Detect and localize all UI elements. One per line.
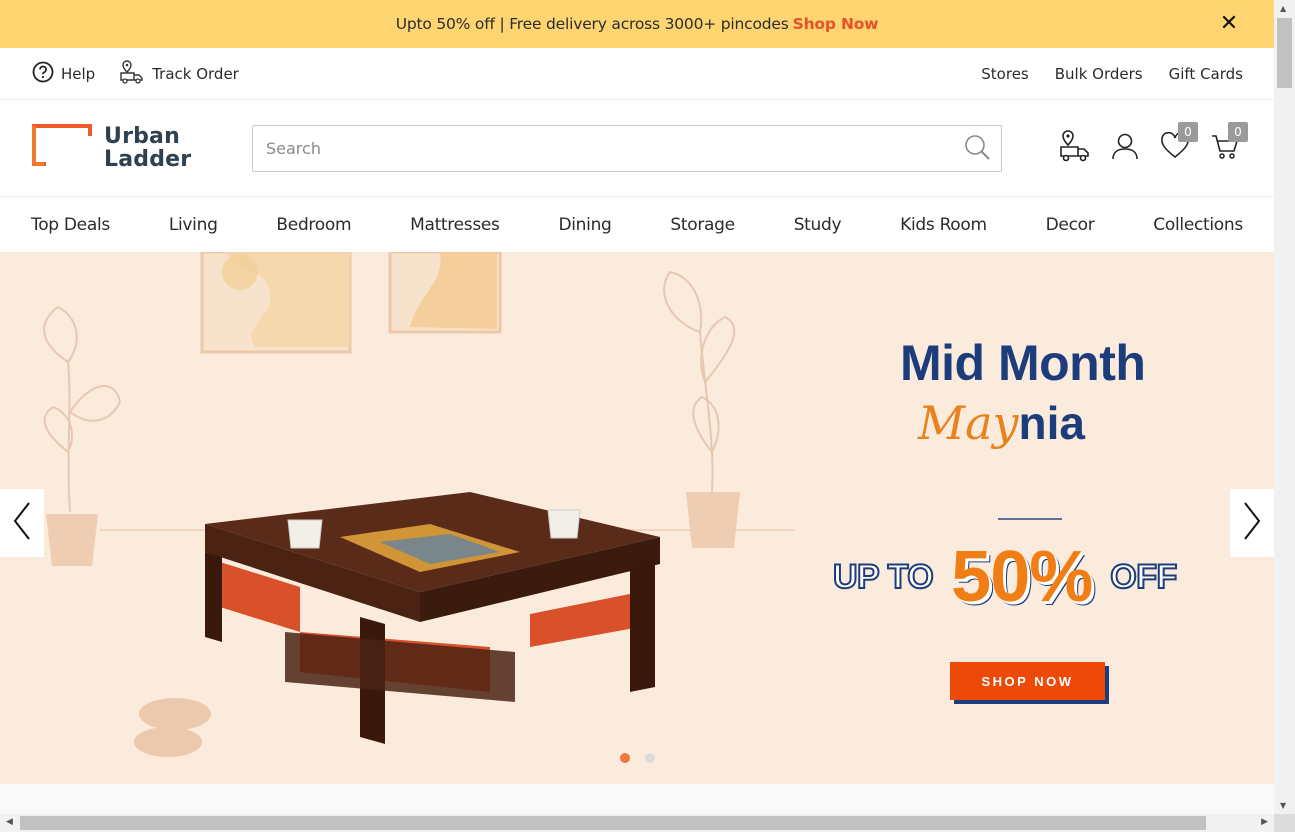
carousel-dots (620, 753, 655, 763)
logo-text: Urban Ladder (104, 125, 191, 171)
scroll-up-arrow-icon[interactable]: ▲ (1280, 4, 1286, 13)
chevron-right-icon (1242, 501, 1262, 545)
nav-item-living[interactable]: Living (169, 215, 218, 235)
scrollbar-corner (1274, 814, 1295, 832)
cart-button[interactable]: 0 (1208, 122, 1248, 166)
help-icon (32, 61, 54, 87)
horizontal-scrollbar[interactable]: ◀ ▶ (0, 814, 1274, 832)
site-header: Urban Ladder 0 (0, 100, 1274, 197)
logo-line-2: Ladder (104, 147, 192, 172)
hero-title-line-1: Mid Month (900, 335, 1146, 391)
hero-divider (998, 518, 1062, 520)
bulk-orders-link[interactable]: Bulk Orders (1055, 65, 1143, 83)
promo-bar: Upto 50% off | Free delivery across 3000… (0, 0, 1274, 48)
delivery-location-icon (1058, 129, 1092, 167)
urban-ladder-logo[interactable]: Urban Ladder (32, 124, 191, 172)
stores-link[interactable]: Stores (981, 65, 1028, 83)
hero-shop-now-button[interactable]: SHOP NOW (950, 662, 1105, 700)
nav-item-kids-room[interactable]: Kids Room (900, 215, 987, 235)
nav-item-decor[interactable]: Decor (1046, 215, 1095, 235)
nav-item-top-deals[interactable]: Top Deals (31, 215, 110, 235)
search-icon[interactable] (963, 133, 993, 167)
hero-offer-upto: UP TO (832, 557, 935, 597)
carousel-prev-button[interactable] (0, 489, 44, 557)
hero-offer-off: OFF (1109, 557, 1178, 597)
nav-item-storage[interactable]: Storage (670, 215, 735, 235)
wishlist-count-badge: 0 (1178, 122, 1198, 142)
search-input[interactable] (253, 126, 943, 171)
close-icon[interactable]: ✕ (1220, 11, 1238, 36)
utility-bar: Help Track Order Stores Bulk Orders Gift… (0, 48, 1274, 100)
hero-illustration (43, 252, 795, 757)
track-order-link[interactable]: Track Order (119, 59, 239, 89)
hero-title-line-2: Maynia (918, 396, 1085, 450)
carousel-next-button[interactable] (1230, 489, 1274, 557)
delivery-truck-icon (119, 59, 145, 89)
nav-item-mattresses[interactable]: Mattresses (410, 215, 500, 235)
promo-shop-now-link[interactable]: Shop Now (793, 15, 879, 33)
help-link[interactable]: Help (32, 61, 95, 87)
account-button[interactable] (1108, 130, 1142, 166)
hero-offer: UP TO 50% OFF (832, 536, 1178, 618)
chevron-left-icon (12, 501, 32, 545)
hero-banner[interactable]: Mid Month Maynia UP TO 50% OFF SHOP NOW (0, 252, 1274, 784)
hero-offer-percent: 50% (951, 537, 1093, 617)
carousel-dot-1[interactable] (620, 753, 630, 763)
track-order-label: Track Order (152, 64, 239, 83)
hero-title-script: May (918, 396, 1019, 450)
scroll-right-arrow-icon[interactable]: ▶ (1261, 817, 1268, 827)
promo-text: Upto 50% off | Free delivery across 3000… (395, 15, 789, 33)
user-icon (1110, 131, 1140, 165)
vertical-scroll-thumb[interactable] (1277, 18, 1292, 88)
category-nav: Top Deals Living Bedroom Mattresses Dini… (0, 198, 1274, 252)
scroll-left-arrow-icon[interactable]: ◀ (6, 817, 13, 827)
nav-item-collections[interactable]: Collections (1153, 215, 1243, 235)
wishlist-button[interactable]: 0 (1158, 122, 1198, 166)
below-hero-strip (0, 784, 1274, 814)
hero-title-rest: nia (1018, 397, 1085, 449)
carousel-dot-2[interactable] (645, 753, 655, 763)
horizontal-scroll-thumb[interactable] (20, 816, 1206, 830)
logo-line-1: Urban (104, 124, 180, 149)
store-locator-button[interactable] (1058, 130, 1092, 166)
nav-item-bedroom[interactable]: Bedroom (276, 215, 351, 235)
gift-cards-link[interactable]: Gift Cards (1169, 65, 1243, 83)
vertical-scrollbar[interactable]: ▲ ▼ (1274, 0, 1295, 814)
scroll-down-arrow-icon[interactable]: ▼ (1280, 801, 1286, 810)
cart-count-badge: 0 (1228, 122, 1248, 142)
logo-mark-icon (32, 124, 93, 172)
nav-item-dining[interactable]: Dining (558, 215, 611, 235)
search-box (252, 125, 1002, 172)
nav-item-study[interactable]: Study (794, 215, 842, 235)
help-label: Help (61, 64, 96, 83)
